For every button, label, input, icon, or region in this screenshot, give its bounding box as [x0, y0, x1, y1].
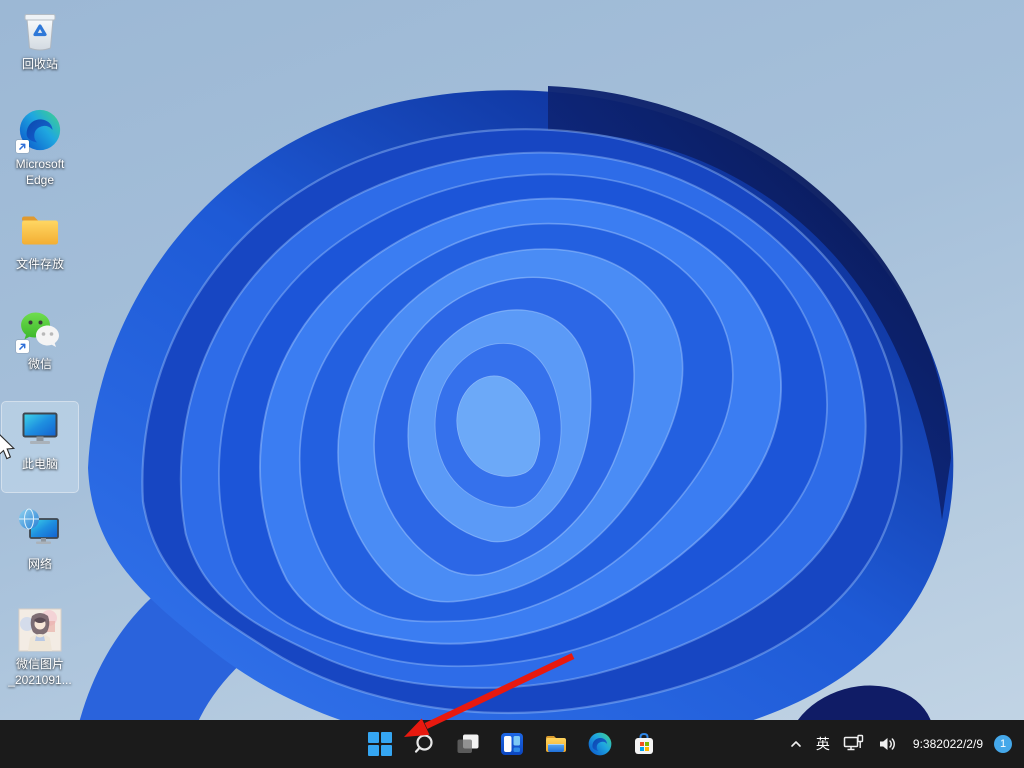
icon-label: 回收站	[22, 57, 58, 73]
windows-logo-icon	[367, 731, 393, 757]
volume-tray-button[interactable]	[873, 724, 903, 764]
edge-button[interactable]	[580, 724, 620, 764]
file-explorer-button[interactable]	[536, 724, 576, 764]
network-icon	[16, 506, 64, 554]
shortcut-arrow-icon	[16, 140, 29, 153]
clock-date: 2022/2/9	[936, 737, 983, 751]
speaker-icon	[878, 735, 898, 753]
task-view-icon	[455, 731, 481, 757]
edge-icon	[587, 731, 613, 757]
search-button[interactable]	[404, 724, 444, 764]
desktop-icon-network[interactable]: 网络	[2, 502, 78, 592]
clock-time: 9:38	[913, 737, 936, 751]
wechat-icon	[16, 306, 64, 354]
this-pc-icon	[16, 406, 64, 454]
desktop-icon-wechat[interactable]: 微信	[2, 302, 78, 392]
shortcut-arrow-icon	[16, 340, 29, 353]
icon-label: 微信图片 _2021091...	[8, 657, 71, 688]
clock[interactable]: 9:38 2022/2/9	[909, 724, 987, 764]
taskbar: 英 9:38 2022/2/9 1	[0, 720, 1024, 768]
widgets-button[interactable]	[492, 724, 532, 764]
desktop-icon-file-folder[interactable]: 文件存放	[2, 202, 78, 292]
folder-icon	[16, 206, 64, 254]
notification-badge[interactable]: 1	[994, 735, 1012, 753]
search-icon	[412, 732, 436, 756]
microsoft-store-icon	[631, 731, 657, 757]
task-view-button[interactable]	[448, 724, 488, 764]
ime-indicator[interactable]: 英	[811, 724, 835, 764]
recycle-bin-icon	[16, 6, 64, 54]
desktop-icon-microsoft-edge[interactable]: Microsoft Edge	[2, 102, 78, 192]
widgets-icon	[499, 731, 525, 757]
chevron-up-icon	[788, 736, 804, 752]
icon-label: 此电脑	[22, 457, 58, 473]
desktop-icon-recycle-bin[interactable]: 回收站	[2, 2, 78, 92]
tray-overflow-button[interactable]	[783, 724, 809, 764]
icon-label: 网络	[28, 557, 52, 573]
file-explorer-icon	[543, 731, 569, 757]
ethernet-network-icon	[842, 734, 866, 754]
icon-label: 文件存放	[16, 257, 64, 273]
wallpaper-bloom	[0, 0, 1024, 768]
icon-label: Microsoft Edge	[16, 157, 65, 188]
image-thumbnail	[16, 606, 64, 654]
taskbar-center	[360, 720, 664, 768]
desktop-icon-this-pc[interactable]: 此电脑	[2, 402, 78, 492]
network-tray-button[interactable]	[837, 724, 871, 764]
desktop-icon-column: 回收站 Microsoft Edge 文件存	[2, 2, 80, 692]
system-tray: 英 9:38 2022/2/9 1	[783, 720, 1024, 768]
microsoft-store-button[interactable]	[624, 724, 664, 764]
desktop-icon-wechat-image[interactable]: 微信图片 _2021091...	[2, 602, 78, 692]
start-button[interactable]	[360, 724, 400, 764]
edge-icon	[16, 106, 64, 154]
icon-label: 微信	[28, 357, 52, 373]
